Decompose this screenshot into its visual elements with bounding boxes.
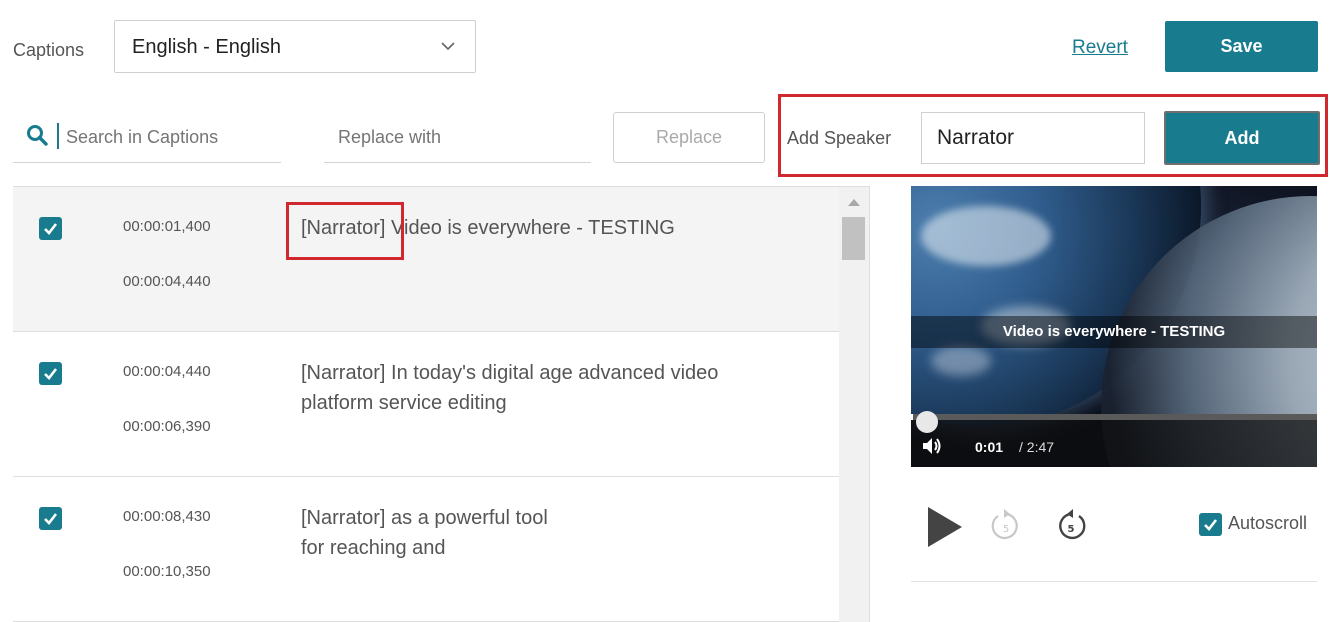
- caption-checkbox[interactable]: [39, 362, 62, 385]
- video-cloud: [921, 206, 1051, 266]
- caption-text[interactable]: [Narrator] In today's digital age advanc…: [301, 358, 801, 418]
- video-cloud: [931, 346, 991, 376]
- autoscroll-checkbox[interactable]: [1199, 513, 1222, 536]
- video-player[interactable]: Video is everywhere - TESTING 0:01 / 2:4…: [911, 186, 1317, 467]
- check-icon: [44, 513, 58, 525]
- speaker-input[interactable]: [921, 112, 1145, 164]
- add-speaker-label: Add Speaker: [787, 128, 892, 148]
- divider: [911, 581, 1317, 582]
- caption-row[interactable]: 00:00:04,440 00:00:06,390 [Narrator] In …: [13, 332, 839, 477]
- chevron-down-icon: [441, 42, 455, 51]
- language-select-value: English - English: [132, 36, 281, 58]
- add-speaker-button[interactable]: Add: [1164, 111, 1320, 165]
- caption-text-line: [Narrator] as a powerful tool: [301, 507, 548, 529]
- caption-end-time: 00:00:06,390: [123, 418, 211, 435]
- caption-checkbox[interactable]: [39, 217, 62, 240]
- replace-button[interactable]: Replace: [613, 112, 765, 163]
- captions-label: Captions: [13, 40, 85, 60]
- caption-text-line: [Narrator] In today's digital age advanc…: [301, 362, 719, 384]
- forward-5-icon[interactable]: 5: [1055, 506, 1087, 542]
- rewind-5-icon[interactable]: 5: [990, 506, 1022, 542]
- forward-seconds: 5: [1068, 524, 1075, 535]
- progress-handle[interactable]: [916, 411, 938, 433]
- total-time: / 2:47: [1019, 439, 1055, 455]
- replace-input[interactable]: [338, 121, 590, 153]
- play-icon[interactable]: [926, 506, 964, 548]
- video-subtitle: Video is everywhere - TESTING: [1002, 323, 1226, 340]
- search-icon: [27, 125, 48, 146]
- caption-text-line: platform service editing: [301, 392, 507, 414]
- volume-icon[interactable]: [922, 437, 942, 455]
- captions-list: 00:00:01,400 00:00:04,440 [Narrator] Vid…: [13, 186, 870, 622]
- caption-row[interactable]: 00:00:01,400 00:00:04,440 [Narrator] Vid…: [13, 187, 839, 332]
- language-select[interactable]: English - English: [114, 20, 476, 73]
- replace-underline: [324, 162, 591, 163]
- revert-link[interactable]: Revert: [1072, 37, 1128, 59]
- scroll-up-arrow-icon[interactable]: [848, 199, 860, 206]
- search-input[interactable]: [66, 121, 280, 153]
- caption-row[interactable]: 00:00:08,430 00:00:10,350 [Narrator] as …: [13, 477, 839, 622]
- caption-end-time: 00:00:04,440: [123, 273, 211, 290]
- current-time: 0:01: [975, 439, 1004, 455]
- caption-text[interactable]: [Narrator] as a powerful tool for reachi…: [301, 503, 801, 563]
- caption-text-line: for reaching and: [301, 537, 446, 559]
- speaker-tag-highlight: [286, 202, 404, 260]
- search-underline: [13, 162, 281, 163]
- progress-bar[interactable]: [911, 414, 1317, 420]
- caption-start-time: 00:00:01,400: [123, 218, 211, 235]
- search-cursor: [57, 123, 59, 149]
- check-icon: [44, 223, 58, 235]
- save-button[interactable]: Save: [1165, 21, 1318, 72]
- rewind-seconds: 5: [1003, 524, 1009, 535]
- caption-start-time: 00:00:04,440: [123, 363, 211, 380]
- progress-fill: [911, 414, 914, 420]
- caption-end-time: 00:00:10,350: [123, 563, 211, 580]
- autoscroll-label[interactable]: Autoscroll: [1228, 513, 1307, 534]
- captions-scrollbar[interactable]: [839, 187, 869, 622]
- check-icon: [44, 368, 58, 380]
- player-controls: [911, 414, 1317, 467]
- caption-checkbox[interactable]: [39, 507, 62, 530]
- top-toolbar: Captions English - English Revert Save: [0, 0, 1330, 90]
- caption-start-time: 00:00:08,430: [123, 508, 211, 525]
- check-icon: [1204, 519, 1218, 531]
- scroll-thumb[interactable]: [842, 217, 865, 260]
